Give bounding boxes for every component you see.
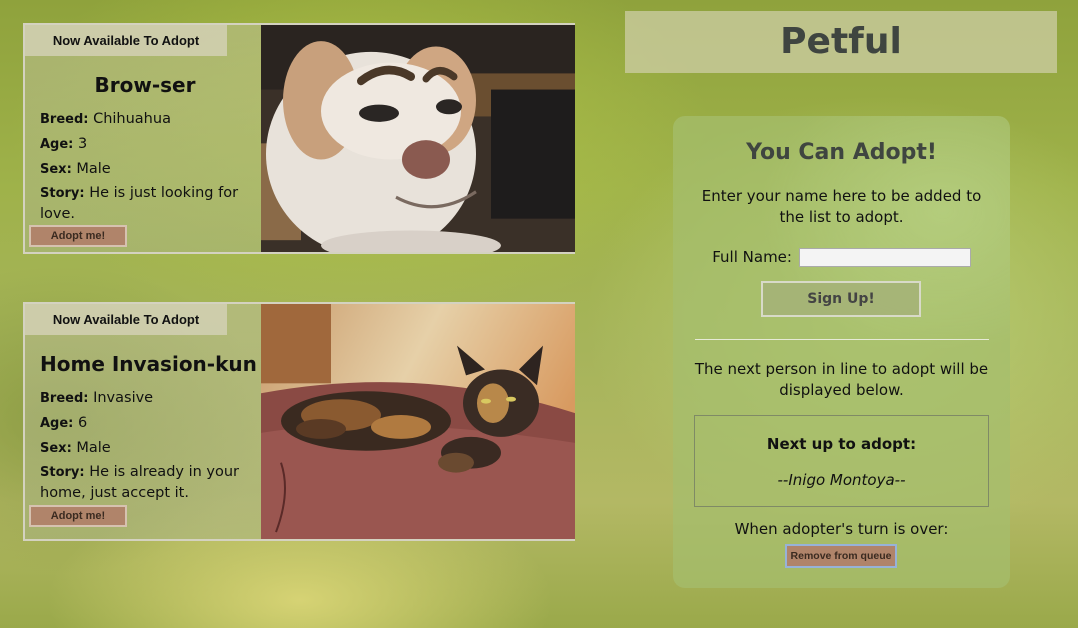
queue-info: The next person in line to adopt will be… [694,360,989,399]
pet-details: Breed: Invasive Age: 6 Sex: Male Story: … [40,386,250,504]
sex-label: Sex: [40,441,72,456]
age-label: Age: [40,137,74,152]
remove-from-queue-button[interactable]: Remove from queue [785,544,897,568]
pet-card: Now Available To Adopt Home Invasion-kun… [23,302,575,541]
pet-name: Home Invasion-kun [40,352,257,376]
breed-value: Invasive [93,390,154,406]
breed-row: Breed: Invasive [40,386,250,411]
tortoiseshell-cat-photo [261,304,575,539]
availability-banner: Now Available To Adopt [25,304,227,335]
availability-banner: Now Available To Adopt [25,25,227,56]
age-label: Age: [40,416,74,431]
sex-row: Sex: Male [40,436,250,461]
turn-over-text: When adopter's turn is over: [734,520,949,538]
signup-intro: Enter your name here to be added to the … [701,187,982,226]
sex-value: Male [76,440,111,456]
age-value: 6 [78,415,88,431]
next-adopter-name: --Inigo Montoya-- [777,471,906,489]
sex-label: Sex: [40,162,72,177]
pet-info: Now Available To Adopt Brow-ser Breed: C… [25,25,261,252]
pet-card: Now Available To Adopt Brow-ser Breed: C… [23,23,575,254]
adopt-me-button[interactable]: Adopt me! [29,225,127,247]
next-adopter-heading: Next up to adopt: [766,435,917,453]
adoption-panel: You Can Adopt! Enter your name here to b… [673,116,1010,588]
sex-row: Sex: Male [40,157,250,182]
chihuahua-photo [261,25,575,252]
full-name-input[interactable] [798,248,971,267]
divider [695,339,989,340]
age-value: 3 [78,136,88,152]
next-adopter-box: Next up to adopt: --Inigo Montoya-- [694,415,989,507]
pet-name: Brow-ser [94,73,196,97]
age-row: Age: 3 [40,132,250,157]
signup-heading: You Can Adopt! [746,140,937,165]
chihuahua-photo-icon [261,25,575,252]
story-row: Story: He is already in your home, just … [40,462,250,504]
full-name-row: Full Name: [673,248,1010,267]
breed-label: Breed: [40,112,89,127]
full-name-label: Full Name: [712,248,792,266]
breed-row: Breed: Chihuahua [40,107,250,132]
tortoiseshell-cat-photo-icon [261,304,575,539]
story-row: Story: He is just looking for love. [40,183,250,225]
app-title: Petful [625,11,1057,73]
adopt-me-button[interactable]: Adopt me! [29,505,127,527]
pet-details: Breed: Chihuahua Age: 3 Sex: Male Story:… [40,107,250,225]
breed-value: Chihuahua [93,111,171,127]
breed-label: Breed: [40,391,89,406]
story-label: Story: [40,186,85,201]
pet-info: Now Available To Adopt Home Invasion-kun… [25,304,261,539]
age-row: Age: 6 [40,411,250,436]
story-label: Story: [40,465,85,480]
sign-up-button[interactable]: Sign Up! [761,281,921,317]
sex-value: Male [76,161,111,177]
